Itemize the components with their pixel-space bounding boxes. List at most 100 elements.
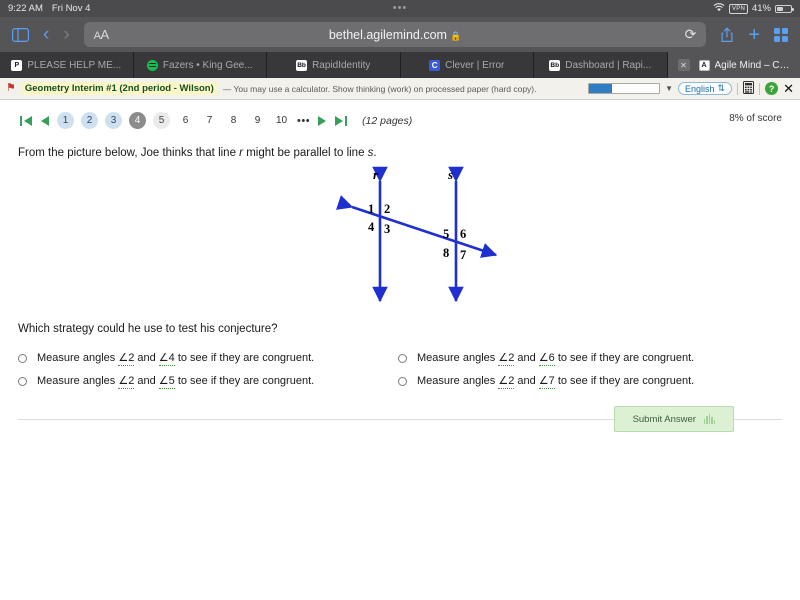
- lock-icon: 🔒: [449, 30, 462, 41]
- answer-option-2[interactable]: Measure angles ∠2 and ∠6 to see if they …: [398, 351, 782, 366]
- angle-label-3: 3: [384, 222, 390, 236]
- angle-label-2: 2: [384, 202, 390, 216]
- language-label: English: [685, 83, 715, 94]
- browser-tab[interactable]: Bb Dashboard | Rapi...: [534, 52, 668, 78]
- page-button-5[interactable]: 5: [153, 112, 170, 129]
- url-text: bethel.agilemind.com 🔒: [328, 27, 462, 42]
- radio-button[interactable]: [18, 377, 27, 386]
- browser-tab[interactable]: C Clever | Error: [400, 52, 534, 78]
- flag-icon[interactable]: ⚑: [6, 83, 16, 94]
- page-button-10[interactable]: 10: [273, 112, 290, 129]
- status-time: 9:22 AM: [8, 3, 43, 14]
- show-tabs-icon[interactable]: [774, 27, 788, 42]
- angle-ref: ∠2: [118, 375, 135, 389]
- browser-tab[interactable]: Bb RapidIdentity: [267, 52, 401, 78]
- previous-page-icon[interactable]: [40, 115, 50, 127]
- tab-title: Clever | Error: [445, 59, 505, 71]
- help-icon[interactable]: ?: [765, 82, 779, 95]
- page-button-8[interactable]: 8: [225, 112, 242, 129]
- angle-label-4: 4: [368, 220, 375, 234]
- forward-button[interactable]: ›: [63, 25, 69, 44]
- status-bar-center: •••: [0, 0, 800, 17]
- reload-icon[interactable]: ⟳: [685, 26, 697, 43]
- clever-icon: C: [429, 59, 441, 71]
- address-bar[interactable]: AA bethel.agilemind.com 🔒 ⟳: [83, 22, 707, 47]
- browser-tab[interactable]: P PLEASE HELP ME...: [0, 52, 134, 78]
- angle-ref: ∠7: [538, 375, 555, 389]
- page-button-3[interactable]: 3: [105, 112, 122, 129]
- label-line-r: r: [373, 167, 379, 182]
- page-button-9[interactable]: 9: [249, 112, 266, 129]
- tab-title: Fazers • King Gee...: [162, 59, 253, 71]
- first-page-icon[interactable]: [20, 115, 33, 127]
- parallel-lines-diagram: r s 1 2 3 4 5 6 7 8: [335, 166, 498, 303]
- audio-icon[interactable]: [703, 414, 716, 424]
- radio-button[interactable]: [18, 354, 27, 363]
- calculator-icon[interactable]: [743, 81, 755, 96]
- chevron-down-icon[interactable]: ▼: [665, 84, 673, 93]
- browser-tab-strip: P PLEASE HELP ME... Fazers • King Gee...…: [0, 52, 800, 78]
- page-button-6[interactable]: 6: [177, 112, 194, 129]
- text-size-button[interactable]: AA: [94, 27, 110, 42]
- tab-close-icon[interactable]: ✕: [677, 59, 690, 71]
- option-label: Measure angles ∠2 and ∠7 to see if they …: [417, 375, 695, 389]
- page-count-label: (12 pages): [362, 114, 413, 127]
- ios-status-bar: 9:22 AM Fri Nov 4 ••• VPN 41%: [0, 0, 800, 17]
- page-button-4-current[interactable]: 4: [129, 112, 146, 129]
- question-stem: From the picture below, Joe thinks that …: [18, 147, 782, 159]
- browser-tab[interactable]: Fazers • King Gee...: [133, 52, 267, 78]
- spotify-icon: [146, 59, 158, 71]
- tab-title: Dashboard | Rapi...: [565, 59, 652, 71]
- answer-option-4[interactable]: Measure angles ∠2 and ∠7 to see if they …: [398, 374, 782, 389]
- language-select[interactable]: English ⇅: [678, 82, 733, 95]
- angle-ref: ∠2: [118, 352, 135, 366]
- answer-option-3[interactable]: Measure angles ∠2 and ∠5 to see if they …: [18, 374, 398, 389]
- angle-label-1: 1: [368, 202, 374, 216]
- option-label: Measure angles ∠2 and ∠4 to see if they …: [37, 352, 315, 366]
- last-page-icon[interactable]: [334, 115, 348, 127]
- angle-ref: ∠6: [538, 352, 555, 366]
- multitask-dots-icon: •••: [392, 2, 408, 14]
- battery-icon: [775, 4, 794, 13]
- browser-tab-active[interactable]: ✕ A Agile Mind – Cour...: [667, 52, 800, 78]
- radio-button[interactable]: [398, 354, 407, 363]
- assignment-progress-bar: [588, 83, 661, 94]
- angle-label-8: 8: [443, 246, 449, 260]
- submit-answer-button[interactable]: Submit Answer: [614, 406, 734, 432]
- page-button-1[interactable]: 1: [57, 112, 74, 129]
- back-button[interactable]: ‹: [43, 25, 49, 44]
- answer-option-1[interactable]: Measure angles ∠2 and ∠4 to see if they …: [18, 351, 398, 366]
- angle-ref: ∠2: [498, 352, 515, 366]
- score-label: 8% of score: [729, 113, 782, 124]
- vpn-badge: VPN: [729, 3, 748, 14]
- page-button-7[interactable]: 7: [201, 112, 218, 129]
- answer-options: Measure angles ∠2 and ∠4 to see if they …: [18, 351, 782, 389]
- question-prompt: Which strategy could he use to test his …: [18, 323, 278, 335]
- page-button-2[interactable]: 2: [81, 112, 98, 129]
- divider: [759, 82, 761, 95]
- wifi-icon: [713, 2, 725, 15]
- close-icon[interactable]: ✕: [783, 82, 794, 95]
- status-bar-left: 9:22 AM Fri Nov 4: [8, 3, 90, 14]
- assignment-title: Geometry Interim #1 (2nd period - Wilson…: [21, 82, 217, 95]
- assignment-header: ⚑ Geometry Interim #1 (2nd period - Wils…: [0, 78, 800, 100]
- next-page-icon[interactable]: [317, 115, 327, 127]
- label-line-s: s: [447, 167, 453, 182]
- powerpoint-icon: P: [11, 59, 23, 71]
- status-date: Fri Nov 4: [51, 3, 91, 14]
- angle-label-7: 7: [460, 248, 466, 262]
- stem-part-2: might be parallel to line: [243, 147, 368, 159]
- new-tab-button[interactable]: +: [748, 25, 760, 45]
- page-ellipsis: •••: [297, 114, 311, 127]
- option-label: Measure angles ∠2 and ∠5 to see if they …: [37, 375, 315, 389]
- question-content: 1 2 3 4 5 6 7 8 9 10 ••• (12 pages) 8% o…: [0, 100, 800, 600]
- status-bar-right: VPN 41%: [713, 2, 794, 15]
- submit-label: Submit Answer: [632, 413, 696, 425]
- angle-ref: ∠4: [158, 352, 175, 366]
- radio-button[interactable]: [398, 377, 407, 386]
- blackboard-icon: Bb: [549, 59, 561, 71]
- share-icon[interactable]: [720, 27, 734, 43]
- sidebar-icon[interactable]: [12, 27, 29, 42]
- battery-percent: 41%: [751, 3, 771, 14]
- browser-toolbar: ‹ › AA bethel.agilemind.com 🔒 ⟳ +: [0, 17, 800, 52]
